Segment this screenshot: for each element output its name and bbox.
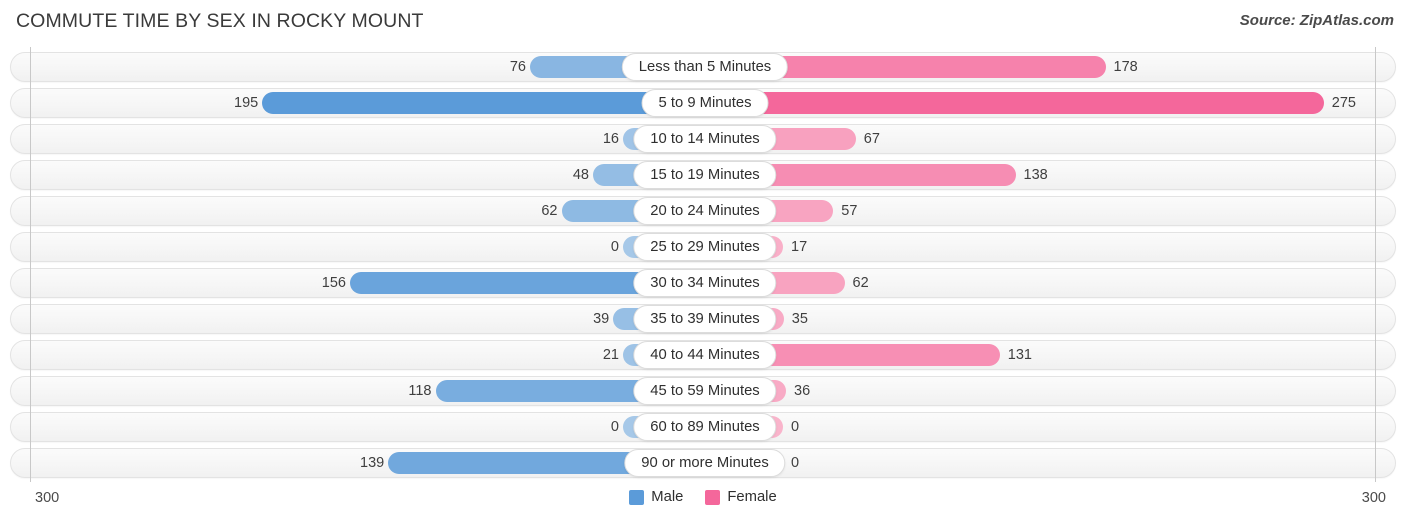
chart-row: 0 17 25 to 29 Minutes: [10, 232, 1396, 262]
bar-value-male: 76: [509, 59, 526, 75]
legend-item-female[interactable]: Female: [705, 489, 777, 505]
bar-value-male: 16: [602, 131, 619, 147]
bar-value-female: 17: [791, 239, 808, 255]
category-label-20-to-24-minutes: 20 to 24 Minutes: [633, 197, 777, 225]
chart-row: 48 138 15 to 19 Minutes: [10, 160, 1396, 190]
chart-row: 16 67 10 to 14 Minutes: [10, 124, 1396, 154]
chart-row: 118 36 45 to 59 Minutes: [10, 376, 1396, 406]
chart-row: 62 57 20 to 24 Minutes: [10, 196, 1396, 226]
source-attribution: Source: ZipAtlas.com: [1239, 12, 1394, 29]
chart-footer: 300 300 Male Female: [0, 482, 1406, 523]
category-label-10-to-14-minutes: 10 to 14 Minutes: [633, 125, 777, 153]
legend-swatch-female-icon: [705, 489, 721, 505]
category-label-40-to-44-minutes: 40 to 44 Minutes: [633, 341, 777, 369]
bar-value-female: 138: [1023, 167, 1048, 183]
category-label-25-to-29-minutes: 25 to 29 Minutes: [633, 233, 777, 261]
chart-root: COMMUTE TIME BY SEX IN ROCKY MOUNT Sourc…: [0, 0, 1406, 523]
bar-value-female: 36: [794, 383, 811, 399]
bar-value-female: 275: [1331, 95, 1356, 111]
bar-value-male: 62: [541, 203, 558, 219]
axis-line-right: [1375, 47, 1376, 482]
bar-value-female: 0: [791, 419, 800, 435]
chart-row: 21 131 40 to 44 Minutes: [10, 340, 1396, 370]
category-label-60-to-89-minutes: 60 to 89 Minutes: [633, 413, 777, 441]
bar-value-male: 21: [602, 347, 619, 363]
bar-value-female: 62: [852, 275, 869, 291]
chart-row: 0 0 60 to 89 Minutes: [10, 412, 1396, 442]
legend-swatch-male-icon: [629, 489, 645, 505]
bar-value-female: 57: [841, 203, 858, 219]
bar-male[interactable]: [262, 92, 701, 114]
bar-value-male: 0: [610, 419, 619, 435]
bar-value-female: 178: [1113, 59, 1138, 75]
legend-item-male[interactable]: Male: [629, 489, 683, 505]
bar-value-female: 0: [791, 455, 800, 471]
chart-header: COMMUTE TIME BY SEX IN ROCKY MOUNT Sourc…: [0, 0, 1406, 46]
axis-line-left: [30, 47, 31, 482]
category-label-5-to-9-minutes: 5 to 9 Minutes: [641, 89, 769, 117]
chart-row: 195 275 5 to 9 Minutes: [10, 88, 1396, 118]
category-label-45-to-59-minutes: 45 to 59 Minutes: [633, 377, 777, 405]
bar-value-male: 118: [408, 383, 432, 399]
category-label-15-to-19-minutes: 15 to 19 Minutes: [633, 161, 777, 189]
page-title: COMMUTE TIME BY SEX IN ROCKY MOUNT: [16, 10, 424, 32]
bar-value-male: 39: [593, 311, 610, 327]
category-label-35-to-39-minutes: 35 to 39 Minutes: [633, 305, 777, 333]
category-label-30-to-34-minutes: 30 to 34 Minutes: [633, 269, 777, 297]
chart-row: 76 178 Less than 5 Minutes: [10, 52, 1396, 82]
category-label-less-than-5-minutes: Less than 5 Minutes: [621, 53, 789, 81]
bar-female[interactable]: [705, 92, 1324, 114]
legend-label-female: Female: [727, 489, 777, 505]
chart-row: 39 35 35 to 39 Minutes: [10, 304, 1396, 334]
bar-value-male: 0: [610, 239, 619, 255]
chart-row: 139 0 90 or more Minutes: [10, 448, 1396, 478]
plot-area: 76 178 Less than 5 Minutes 195 275 5 to 9 Min…: [0, 47, 1406, 482]
bar-value-male: 139: [360, 455, 385, 471]
category-label-90-or-more-minutes: 90 or more Minutes: [624, 449, 786, 477]
legend-label-male: Male: [651, 489, 684, 505]
bar-value-female: 131: [1007, 347, 1032, 363]
bar-value-female: 35: [791, 311, 808, 327]
bar-value-female: 67: [863, 131, 880, 147]
bar-value-male: 195: [234, 95, 259, 111]
bar-value-male: 156: [321, 275, 346, 291]
chart-legend: Male Female: [0, 489, 1406, 505]
chart-row: 156 62 30 to 34 Minutes: [10, 268, 1396, 298]
bar-value-male: 48: [572, 167, 589, 183]
